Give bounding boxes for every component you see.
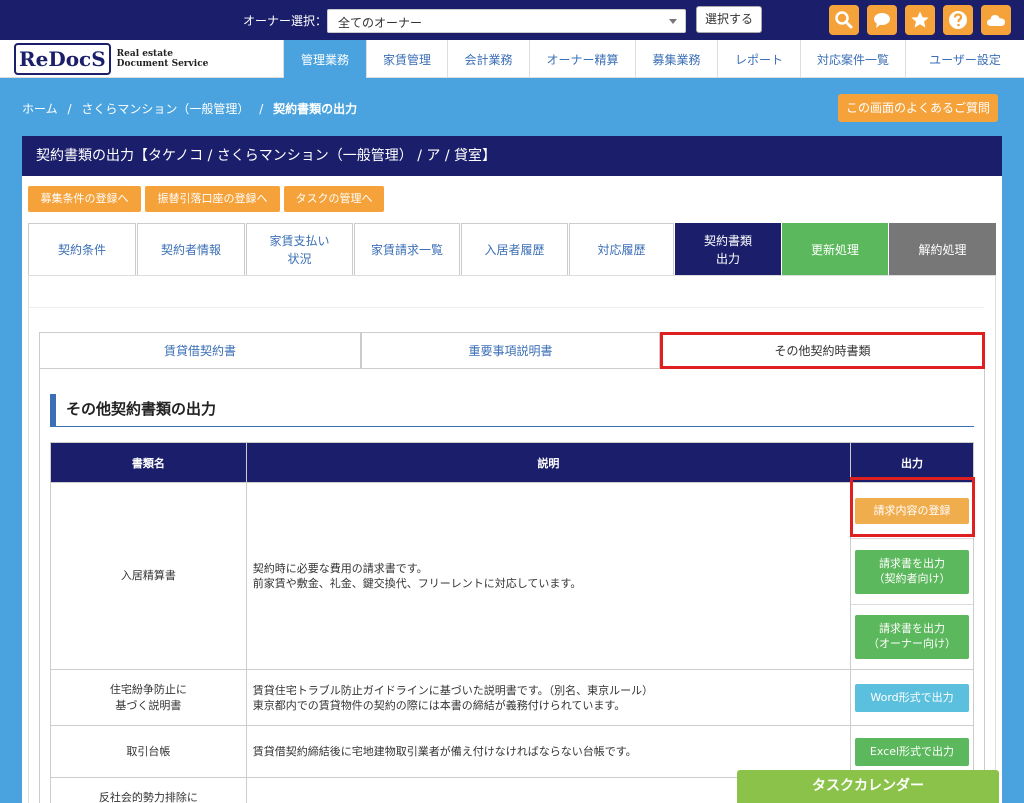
- word-output-button[interactable]: Word形式で出力: [855, 683, 969, 712]
- chat-icon[interactable]: [867, 5, 897, 35]
- logo-subtitle: Real estate Document Service: [116, 49, 209, 69]
- cloud-icon[interactable]: [981, 5, 1011, 35]
- doc-description: 契約時に必要な費用の請求書です。 前家賃や敷金、礼金、鍵交換代、フリーレントに対…: [245, 482, 852, 670]
- tab-tenant-history[interactable]: 入居者履歴: [461, 223, 568, 275]
- nav-management[interactable]: 管理業務: [283, 40, 366, 78]
- table-row: 入居精算書 契約時に必要な費用の請求書です。 前家賃や敷金、礼金、鍵交換代、フリ…: [50, 482, 974, 670]
- highlight-box: [850, 477, 975, 537]
- nav-accounting[interactable]: 会計業務: [447, 40, 529, 78]
- chevron-down-icon: [669, 19, 677, 24]
- breadcrumb-property[interactable]: さくらマンション（一般管理）: [81, 102, 249, 116]
- main-nav: Re DocS Real estate Document Service 管理業務…: [0, 40, 1024, 78]
- help-icon[interactable]: [943, 5, 973, 35]
- tab-contract-docs-output[interactable]: 契約書類 出力: [675, 223, 781, 275]
- breadcrumb-home[interactable]: ホーム: [22, 102, 58, 116]
- task-management-button[interactable]: タスクの管理へ: [284, 186, 384, 212]
- search-icon[interactable]: [829, 5, 859, 35]
- doc-name: 住宅紛争防止に 基づく説明書: [50, 669, 247, 726]
- owner-select[interactable]: 全てのオーナー: [327, 9, 686, 33]
- section-title: その他契約書類の出力: [50, 394, 974, 427]
- subtab-other-documents[interactable]: その他契約時書類: [660, 332, 985, 369]
- divider: [28, 307, 984, 308]
- star-icon[interactable]: [905, 5, 935, 35]
- task-calendar-button[interactable]: タスクカレンダー: [737, 770, 999, 803]
- faq-button[interactable]: この画面のよくあるご質問: [838, 94, 998, 122]
- owner-select-label: オーナー選択：: [243, 14, 328, 28]
- nav-user-settings[interactable]: ユーザー設定: [905, 40, 1024, 78]
- doc-description: 賃貸住宅トラブル防止ガイドラインに基づいた説明書です。（別名、東京ルール） 東京…: [245, 669, 852, 726]
- excel-output-button[interactable]: Excel形式で出力: [855, 737, 969, 766]
- subtab-lease-contract[interactable]: 賃貸借契約書: [39, 332, 361, 369]
- doc-name: 反社会的勢力排除に: [50, 777, 247, 803]
- transfer-account-button[interactable]: 振替引落口座の登録へ: [145, 186, 280, 212]
- table-header-row: 書類名 説明 出力: [50, 442, 974, 483]
- documents-table: 書類名 説明 出力 入居精算書 契約時に必要な費用の請求書です。 前家賃や敷金、…: [50, 442, 974, 803]
- owner-bar: オーナー選択： 全てのオーナー 選択する: [0, 0, 1024, 40]
- table-row: 住宅紛争防止に 基づく説明書 賃貸住宅トラブル防止ガイドラインに基づいた説明書で…: [50, 669, 974, 726]
- breadcrumb-current: 契約書類の出力: [273, 102, 358, 116]
- invoice-owner-button[interactable]: 請求書を出力 （オーナー向け）: [855, 615, 969, 659]
- tab-rent-billing[interactable]: 家賃請求一覧: [354, 223, 460, 275]
- column-header-name: 書類名: [50, 442, 247, 483]
- tab-rent-payment-status[interactable]: 家賃支払い 状況: [246, 223, 353, 275]
- invoice-contractor-button[interactable]: 請求書を出力 （契約者向け）: [855, 549, 969, 594]
- tab-contract-conditions[interactable]: 契約条件: [28, 223, 136, 275]
- column-header-description: 説明: [245, 442, 852, 483]
- nav-recruitment[interactable]: 募集業務: [635, 40, 717, 78]
- select-owner-button[interactable]: 選択する: [696, 6, 762, 33]
- owner-select-value: 全てのオーナー: [338, 16, 423, 30]
- page-title: 契約書類の出力【タケノコ / さくらマンション（一般管理） / ア / 貸室】: [22, 136, 1002, 176]
- nav-rent[interactable]: 家賃管理: [366, 40, 447, 78]
- tab-renewal[interactable]: 更新処理: [782, 223, 888, 275]
- doc-name: 取引台帳: [50, 725, 247, 778]
- tab-response-history[interactable]: 対応履歴: [569, 223, 674, 275]
- recruit-conditions-button[interactable]: 募集条件の登録へ: [28, 186, 141, 212]
- tab-cancellation[interactable]: 解約処理: [889, 223, 996, 275]
- breadcrumb: ホーム / さくらマンション（一般管理） / 契約書類の出力: [22, 102, 358, 116]
- nav-owner-settlement[interactable]: オーナー精算: [529, 40, 635, 78]
- output-cell: Word形式で出力: [850, 669, 974, 726]
- tab-contractor-info[interactable]: 契約者情報: [137, 223, 245, 275]
- subtab-important-matters[interactable]: 重要事項説明書: [361, 332, 660, 369]
- nav-report[interactable]: レポート: [717, 40, 800, 78]
- logo[interactable]: Re DocS Real estate Document Service: [14, 43, 208, 75]
- logo-mark: Re DocS: [14, 43, 111, 75]
- nav-cases[interactable]: 対応案件一覧: [800, 40, 905, 78]
- doc-name: 入居精算書: [50, 482, 247, 670]
